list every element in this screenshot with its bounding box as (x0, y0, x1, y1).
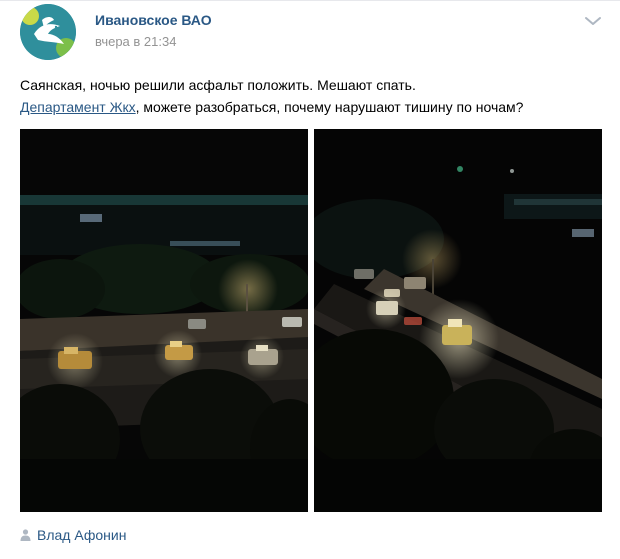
post-timestamp[interactable]: вчера в 21:34 (95, 34, 176, 49)
night-paving-photo (314, 129, 602, 512)
bird-dove-logo-icon (20, 4, 76, 60)
post-photo-2[interactable] (314, 129, 602, 512)
mention-link[interactable]: Департамент Жкх (20, 99, 136, 115)
post-text-line-2: Департамент Жкх, можете разобраться, поч… (20, 96, 605, 118)
community-avatar[interactable] (20, 4, 76, 60)
chevron-down-icon[interactable] (583, 13, 603, 29)
post-text-line-2-rest: , можете разобраться, почему нарушают ти… (135, 99, 524, 115)
community-name[interactable]: Ивановское ВАО (95, 12, 212, 28)
person-icon (20, 529, 31, 541)
signer-name: Влад Афонин (37, 527, 127, 543)
post-text: Саянская, ночью решили асфальт положить.… (20, 74, 605, 118)
post-signer[interactable]: Влад Афонин (20, 525, 126, 545)
post-photo-1[interactable] (20, 129, 308, 512)
wall-post: Ивановское ВАО вчера в 21:34 Саянская, н… (0, 0, 620, 559)
night-street-photo (20, 129, 308, 512)
post-text-line-1: Саянская, ночью решили асфальт положить.… (20, 77, 416, 93)
